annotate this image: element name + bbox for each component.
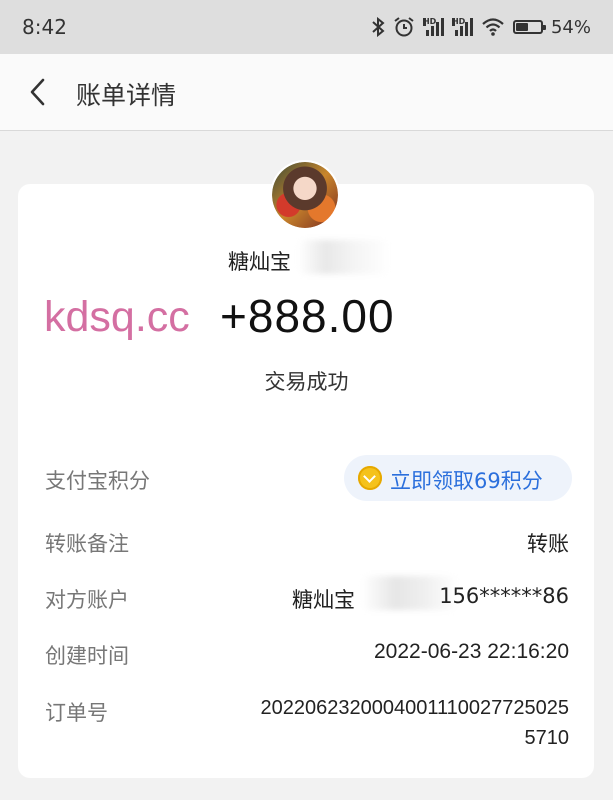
order-number-line-1[interactable]: 2022062320004001110027725025 xyxy=(261,697,569,720)
chevron-left-icon xyxy=(30,78,45,106)
page-header: 账单详情 xyxy=(0,54,613,131)
account-label: 对方账户 xyxy=(45,588,129,612)
back-button[interactable] xyxy=(24,76,54,108)
remark-value: 转账 xyxy=(527,532,569,556)
avatar-image xyxy=(272,162,338,228)
transaction-status: 交易成功 xyxy=(264,370,349,394)
page-title: 账单详情 xyxy=(76,81,177,110)
alarm-icon xyxy=(394,17,414,37)
watermark-text: kdsq.cc xyxy=(44,293,190,341)
hd-signal-icon: HD xyxy=(451,18,473,36)
status-icons: HD HD 54% xyxy=(371,15,591,39)
payee-name: 糖灿宝 xyxy=(228,250,291,274)
amount: +888.00 xyxy=(220,290,395,342)
battery-percent: 54% xyxy=(550,16,591,38)
bluetooth-icon xyxy=(372,17,385,37)
avatar[interactable] xyxy=(272,162,338,228)
remark-label: 转账备注 xyxy=(45,532,129,556)
hd-signal-icon: HD xyxy=(422,18,444,36)
created-time-label: 创建时间 xyxy=(45,644,129,668)
order-number-label: 订单号 xyxy=(45,701,108,725)
account-number: 156******86 xyxy=(439,584,569,608)
order-number-line-2[interactable]: 5710 xyxy=(525,727,570,750)
created-time-value: 2022-06-23 22:16:20 xyxy=(374,640,569,663)
claim-points-button[interactable]: 立即领取69积分 xyxy=(344,455,572,501)
claim-points-label: 立即领取69积分 xyxy=(390,469,543,493)
coin-icon xyxy=(358,466,382,490)
wifi-icon xyxy=(482,18,504,36)
status-time: 8:42 xyxy=(22,15,67,39)
battery-level xyxy=(515,23,529,31)
status-bar: 8:42 HD HD 54% xyxy=(0,0,613,54)
points-label: 支付宝积分 xyxy=(45,469,150,493)
redacted-payee-block xyxy=(298,240,390,274)
account-name: 糖灿宝 xyxy=(292,588,355,612)
battery-icon xyxy=(512,20,546,34)
